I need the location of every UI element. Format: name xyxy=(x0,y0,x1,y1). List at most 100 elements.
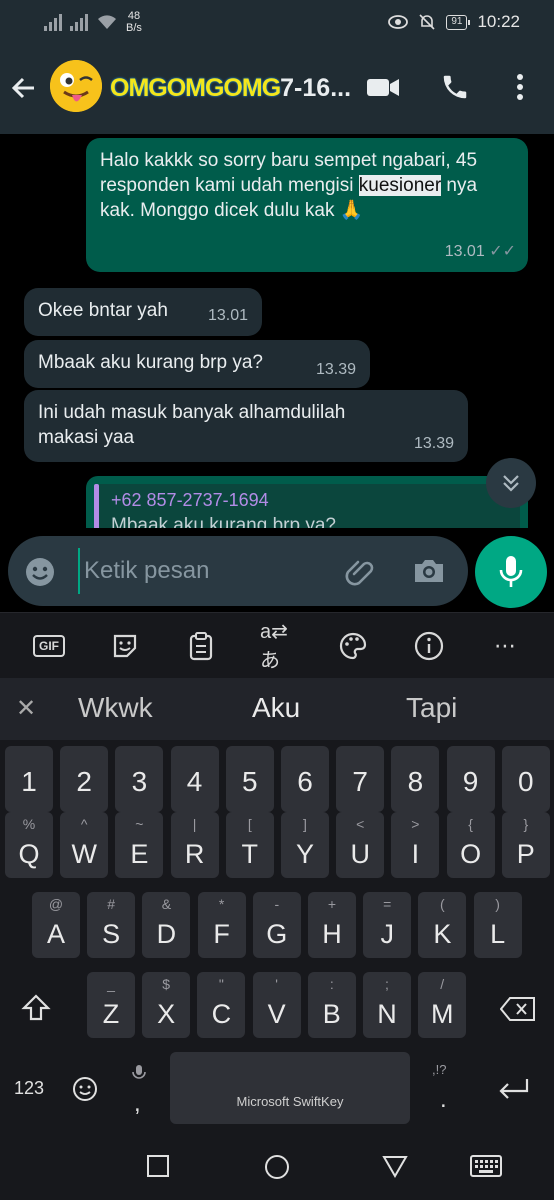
key-label: N xyxy=(377,999,397,1029)
clipboard-icon[interactable] xyxy=(184,629,218,663)
key-v[interactable]: ' V xyxy=(252,972,301,1038)
key-8[interactable]: 8 xyxy=(391,746,440,812)
key-label: B xyxy=(322,999,341,1029)
enter-key[interactable] xyxy=(496,1076,530,1107)
key-k[interactable]: (K xyxy=(418,892,467,958)
key-u[interactable]: < U xyxy=(336,812,385,878)
key-label: A xyxy=(46,919,65,949)
voice-call-icon[interactable] xyxy=(440,72,470,107)
recent-apps-icon[interactable] xyxy=(146,1154,170,1183)
key-z[interactable]: _ Z xyxy=(87,972,135,1038)
message-list[interactable]: Halo kakkk so sorry baru sempet ngabari,… xyxy=(0,134,554,528)
key-label: 1 xyxy=(21,766,37,797)
key-6[interactable]: 6 xyxy=(281,746,329,812)
message-bubble-reply[interactable]: +62 857-2737-1694 Mbaak aku kurang brp y… xyxy=(86,476,528,528)
key-h[interactable]: + H xyxy=(308,892,356,958)
back-icon[interactable] xyxy=(382,1154,408,1183)
message-bubble-incoming[interactable]: Mbaak aku kurang brp ya? 13.39 xyxy=(24,340,370,388)
numbers-toggle-key[interactable]: 123 xyxy=(14,1078,44,1099)
key-5[interactable]: 5 xyxy=(225,746,274,812)
key-y[interactable]: ] Y xyxy=(281,812,329,878)
key-i[interactable]: > I xyxy=(391,812,440,878)
info-icon[interactable] xyxy=(412,629,446,663)
space-bar[interactable]: Microsoft SwiftKey xyxy=(170,1052,410,1124)
backspace-key[interactable] xyxy=(499,996,536,1027)
close-suggestions-icon[interactable]: ✕ xyxy=(16,694,36,723)
key-3[interactable]: 3 xyxy=(115,746,164,812)
keyboard-switch-icon[interactable] xyxy=(470,1154,502,1183)
key-b[interactable]: :B xyxy=(307,972,356,1038)
translate-icon[interactable]: a⇄あ xyxy=(260,621,294,672)
comma-key[interactable] xyxy=(132,1064,146,1087)
suggestion-center[interactable]: Aku xyxy=(252,692,300,724)
key-label: M xyxy=(430,999,454,1029)
key-c[interactable]: " C xyxy=(197,972,246,1038)
attach-icon[interactable] xyxy=(344,556,378,593)
eye-icon xyxy=(388,15,409,29)
home-icon[interactable] xyxy=(264,1154,290,1185)
key-2[interactable]: 2 xyxy=(60,746,109,812)
quoted-sender: +62 857-2737-1694 xyxy=(111,490,269,510)
key-d[interactable]: & D xyxy=(142,892,191,958)
shift-key[interactable] xyxy=(20,992,52,1029)
gif-button[interactable]: GIF xyxy=(32,629,66,663)
key-secondary-label: - xyxy=(274,896,280,912)
selected-word: kuesioner xyxy=(358,175,442,196)
key-secondary-label: } xyxy=(523,816,529,832)
suggestion-right[interactable]: Tapi xyxy=(406,692,457,724)
key-label: K xyxy=(433,919,452,949)
message-text: Ini udah masuk banyak alhamdulilah makas… xyxy=(38,402,346,448)
voice-record-button[interactable] xyxy=(475,536,547,608)
back-arrow-icon[interactable] xyxy=(10,74,38,108)
emoji-key[interactable] xyxy=(72,1076,98,1107)
message-bubble-incoming[interactable]: Ini udah masuk banyak alhamdulilah makas… xyxy=(24,390,468,462)
key-1[interactable]: 1 xyxy=(5,746,53,812)
key-7[interactable]: 7 xyxy=(336,746,385,812)
key-f[interactable]: * F xyxy=(197,892,246,958)
message-input[interactable] xyxy=(78,548,328,594)
key-label: H xyxy=(322,919,342,949)
key-o[interactable]: {O xyxy=(446,812,495,878)
key-label: 2 xyxy=(76,766,92,797)
avatar[interactable] xyxy=(50,60,102,112)
key-t[interactable]: [T xyxy=(225,812,274,878)
key-x[interactable]: $ X xyxy=(142,972,191,1038)
quoted-message[interactable]: +62 857-2737-1694 Mbaak aku kurang brp y… xyxy=(99,484,520,528)
key-s[interactable]: # S xyxy=(87,892,136,958)
message-input-container[interactable] xyxy=(8,536,468,606)
message-bubble-incoming[interactable]: Okee bntar yah 13.01 xyxy=(24,288,262,336)
key-9[interactable]: 9 xyxy=(446,746,495,812)
scroll-to-bottom-button[interactable] xyxy=(486,458,536,508)
message-text: Mbaak aku kurang brp ya? xyxy=(38,352,263,373)
key-secondary-label: + xyxy=(327,896,337,912)
key-label: 7 xyxy=(352,766,368,797)
key-w[interactable]: ^ W xyxy=(60,812,109,878)
message-bubble-outgoing[interactable]: Halo kakkk so sorry baru sempet ngabari,… xyxy=(86,138,528,272)
key-n[interactable]: ; N xyxy=(363,972,411,1038)
key-r[interactable]: | R xyxy=(170,812,219,878)
key-a[interactable]: @ A xyxy=(32,892,80,958)
key-0[interactable]: 0 xyxy=(501,746,550,812)
palette-icon[interactable] xyxy=(336,629,370,663)
suggestion-left[interactable]: Wkwk xyxy=(78,692,153,724)
contact-name[interactable]: OMGOMGOMG7-16... xyxy=(110,74,350,103)
key-4[interactable]: 4 xyxy=(170,746,219,812)
more-horiz-icon[interactable]: ⋯ xyxy=(488,629,522,663)
sticker-icon[interactable] xyxy=(108,629,142,663)
period-key[interactable]: . xyxy=(440,1086,447,1114)
key-e[interactable]: ~ E xyxy=(115,812,164,878)
microphone-icon xyxy=(499,556,523,587)
key-m[interactable]: / M xyxy=(418,972,467,1038)
video-call-icon[interactable] xyxy=(366,72,400,107)
key-p[interactable]: } P xyxy=(501,812,550,878)
camera-icon[interactable] xyxy=(412,556,446,591)
key-q[interactable]: % Q xyxy=(5,812,53,878)
key-l[interactable]: ) L xyxy=(473,892,522,958)
emoji-icon[interactable] xyxy=(24,556,56,593)
keyboard: GIF a⇄あ ⋯ ✕ Wkwk Aku Tapi 1 2 3 4 5 6 7 8 9 0% Q ^ W… xyxy=(0,612,554,1200)
key-label: 3 xyxy=(131,766,148,797)
key-g[interactable]: -G xyxy=(252,892,301,958)
key-j[interactable]: = J xyxy=(363,892,412,958)
key-label: X xyxy=(157,999,176,1029)
more-vert-icon[interactable] xyxy=(508,72,532,107)
